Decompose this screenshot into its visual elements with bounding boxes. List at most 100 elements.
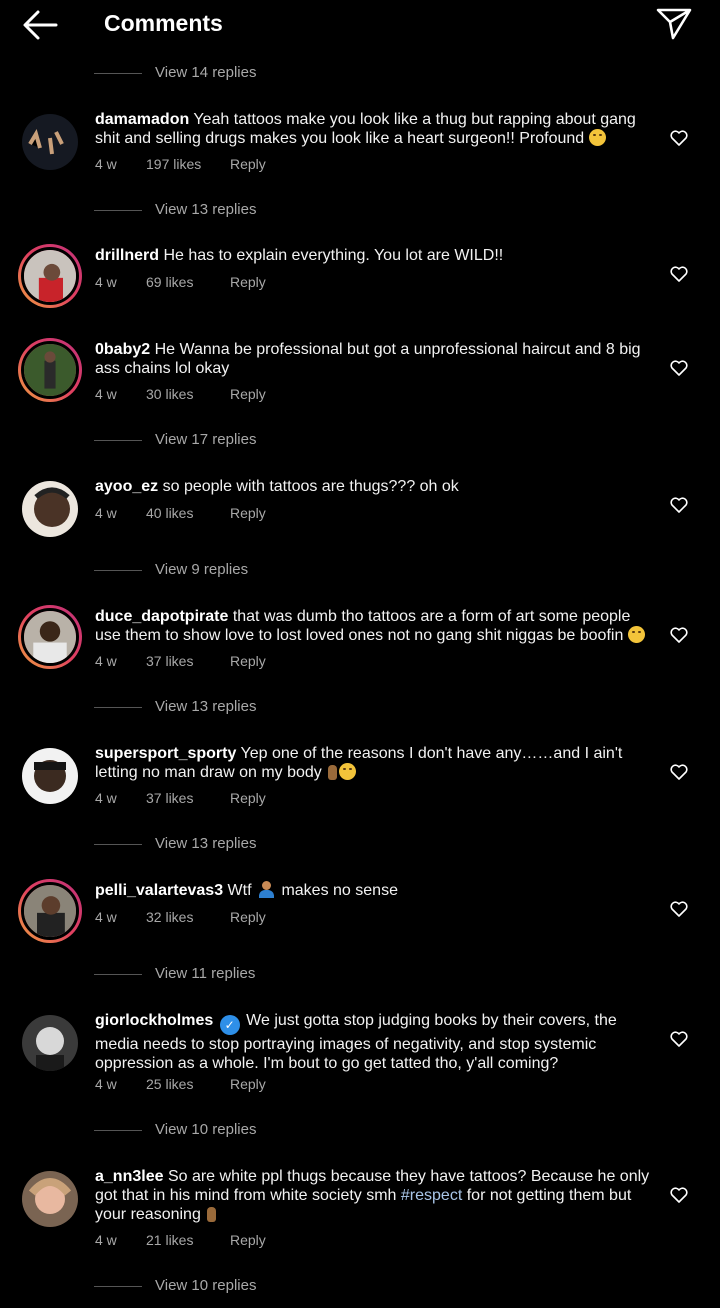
heart-icon[interactable] (670, 130, 688, 146)
comment-likes[interactable]: 69 likes (146, 274, 193, 290)
avatar[interactable] (22, 481, 78, 537)
replies-divider (94, 1130, 142, 1131)
facepalm-emoji-icon (259, 881, 274, 898)
replies-divider (94, 974, 142, 975)
comment-time: 4 w (95, 1232, 117, 1248)
reply-button[interactable]: Reply (230, 274, 266, 290)
reply-button[interactable]: Reply (230, 1076, 266, 1092)
reply-button[interactable]: Reply (230, 909, 266, 925)
comment-likes[interactable]: 30 likes (146, 386, 193, 402)
comment-body: supersport_sporty Yep one of the reasons… (95, 744, 655, 782)
view-replies-label: View 11 replies (155, 965, 256, 982)
reply-button[interactable]: Reply (230, 790, 266, 806)
reply-button[interactable]: Reply (230, 386, 266, 402)
avatar[interactable] (22, 1015, 78, 1071)
view-replies-button[interactable]: View 11 replies (0, 963, 720, 985)
comment-text: so people with tattoos are thugs??? oh o… (162, 478, 459, 495)
avatar[interactable] (22, 1171, 78, 1227)
reply-button[interactable]: Reply (230, 505, 266, 521)
heart-icon[interactable] (670, 1031, 688, 1047)
comment-meta: 4 w 21 likes Reply (95, 1232, 355, 1250)
comment-body: drillnerd He has to explain everything. … (95, 246, 655, 265)
comment-likes[interactable]: 197 likes (146, 156, 201, 172)
comment-meta: 4 w 25 likes Reply (95, 1076, 355, 1094)
comment-body: damamadon Yeah tattoos make you look lik… (95, 110, 655, 148)
verified-badge-icon: ✓ (219, 1015, 240, 1035)
comment-username[interactable]: giorlockholmes (95, 1012, 213, 1029)
comment-time: 4 w (95, 156, 117, 172)
heart-icon[interactable] (670, 360, 688, 376)
replies-divider (94, 73, 142, 74)
view-replies-button[interactable]: View 13 replies (0, 696, 720, 718)
view-replies-button[interactable]: View 13 replies (0, 833, 720, 855)
avatar[interactable] (22, 114, 78, 170)
comment-likes[interactable]: 37 likes (146, 653, 193, 669)
heart-icon[interactable] (670, 901, 688, 917)
comment-meta: 4 w 69 likes Reply (95, 274, 355, 292)
thumbs-down-emoji-icon (328, 765, 338, 780)
comment-text: He has to explain everything. You lot ar… (163, 247, 504, 264)
replies-divider (94, 1286, 142, 1287)
comment-username[interactable]: supersport_sporty (95, 745, 236, 762)
view-replies-button[interactable]: View 13 replies (0, 199, 720, 221)
comment-text: makes no sense (281, 882, 398, 899)
comment-username[interactable]: duce_dapotpirate (95, 608, 228, 625)
thumbs-down-emoji-icon (207, 1207, 217, 1222)
reply-button[interactable]: Reply (230, 653, 266, 669)
hashtag-link[interactable]: #respect (401, 1187, 462, 1204)
comment-time: 4 w (95, 909, 117, 925)
comment-likes[interactable]: 21 likes (146, 1232, 193, 1248)
view-replies-button[interactable]: View 9 replies (0, 559, 720, 581)
back-arrow-icon[interactable] (20, 8, 60, 42)
comment-username[interactable]: pelli_valartevas3 (95, 882, 223, 899)
avatar[interactable] (18, 605, 82, 669)
comment-body: ayoo_ez so people with tattoos are thugs… (95, 477, 655, 496)
view-replies-button[interactable]: View 10 replies (0, 1119, 720, 1141)
comments-header: Comments (0, 0, 720, 50)
heart-icon[interactable] (670, 627, 688, 643)
view-replies-label: View 10 replies (155, 1277, 257, 1294)
comment-meta: 4 w 197 likes Reply (95, 156, 355, 174)
view-replies-label: View 9 replies (155, 561, 249, 578)
comment-body: pelli_valartevas3 Wtf makes no sense (95, 881, 655, 900)
comment-time: 4 w (95, 274, 117, 290)
comment-meta: 4 w 32 likes Reply (95, 909, 355, 927)
comment-likes[interactable]: 25 likes (146, 1076, 193, 1092)
comment-time: 4 w (95, 386, 117, 402)
heart-icon[interactable] (670, 764, 688, 780)
comment-username[interactable]: drillnerd (95, 247, 159, 264)
view-replies-button[interactable]: View 10 replies (0, 1275, 720, 1297)
comment-username[interactable]: 0baby2 (95, 341, 150, 358)
heart-icon[interactable] (670, 1187, 688, 1203)
comment-likes[interactable]: 37 likes (146, 790, 193, 806)
replies-divider (94, 570, 142, 571)
view-replies-label: View 13 replies (155, 201, 257, 218)
comment-time: 4 w (95, 653, 117, 669)
avatar[interactable] (22, 748, 78, 804)
reply-button[interactable]: Reply (230, 156, 266, 172)
comment-meta: 4 w 30 likes Reply (95, 386, 355, 404)
view-replies-label: View 14 replies (155, 64, 257, 81)
comment-username[interactable]: ayoo_ez (95, 478, 158, 495)
avatar[interactable] (18, 338, 82, 402)
comment-time: 4 w (95, 1076, 117, 1092)
comment-text: He Wanna be professional but got a unpro… (95, 341, 641, 377)
comment-username[interactable]: a_nn3lee (95, 1168, 163, 1185)
send-icon[interactable] (654, 6, 694, 42)
heart-icon[interactable] (670, 266, 688, 282)
comment-likes[interactable]: 40 likes (146, 505, 193, 521)
reply-button[interactable]: Reply (230, 1232, 266, 1248)
avatar[interactable] (18, 244, 82, 308)
heart-icon[interactable] (670, 497, 688, 513)
comment-body: a_nn3lee So are white ppl thugs because … (95, 1167, 655, 1224)
view-replies-label: View 13 replies (155, 835, 257, 852)
comment-likes[interactable]: 32 likes (146, 909, 193, 925)
view-replies-button[interactable]: View 14 replies (0, 62, 720, 84)
replies-divider (94, 707, 142, 708)
comment-time: 4 w (95, 505, 117, 521)
avatar[interactable] (18, 879, 82, 943)
comment-text: Wtf (227, 882, 252, 899)
view-replies-button[interactable]: View 17 replies (0, 429, 720, 451)
comment-username[interactable]: damamadon (95, 111, 189, 128)
comment-meta: 4 w 37 likes Reply (95, 790, 355, 808)
